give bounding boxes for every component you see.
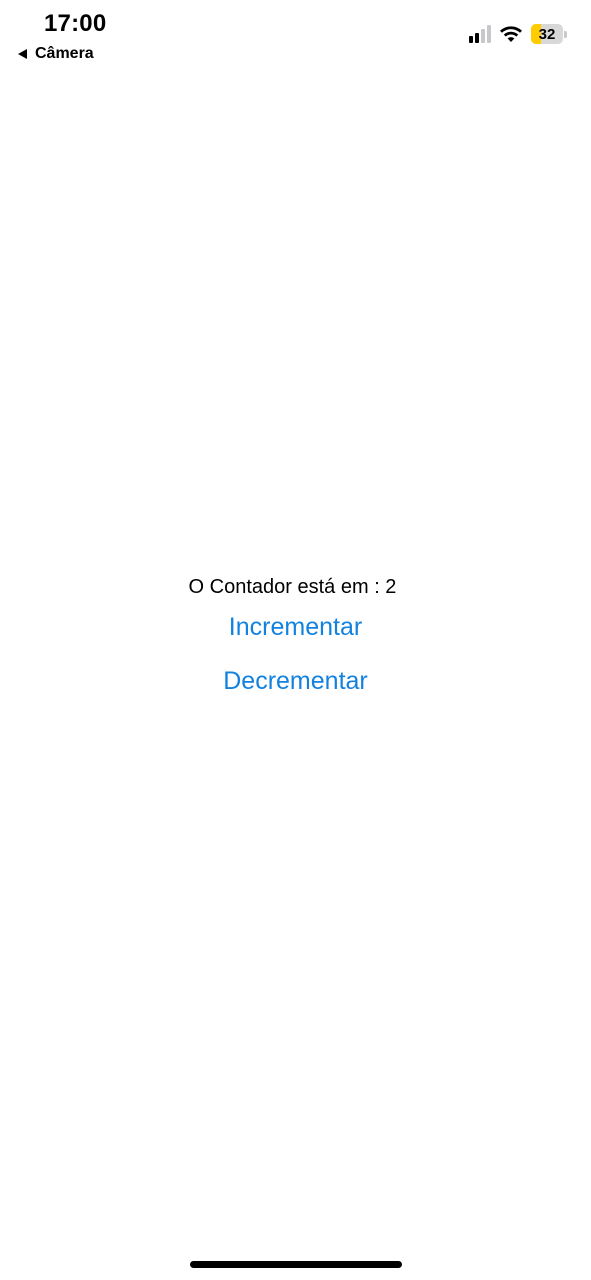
decrement-button[interactable]: Decrementar — [223, 664, 368, 698]
back-to-app-button[interactable]: Câmera — [18, 45, 94, 63]
counter-label: O Contador está em : 2 — [188, 576, 397, 598]
wifi-icon — [499, 25, 523, 43]
back-app-label: Câmera — [35, 45, 94, 62]
increment-button[interactable]: Incrementar — [229, 610, 362, 644]
status-time: 17:00 — [44, 10, 107, 37]
back-triangle-icon — [18, 49, 27, 59]
counter-screen: O Contador está em : 2 Incrementar Decre… — [0, 572, 591, 698]
battery-icon: 32 — [531, 24, 567, 44]
cellular-signal-icon — [469, 25, 491, 43]
battery-level: 32 — [538, 25, 556, 43]
home-indicator[interactable] — [190, 1261, 402, 1268]
status-icons: 32 — [469, 24, 567, 44]
